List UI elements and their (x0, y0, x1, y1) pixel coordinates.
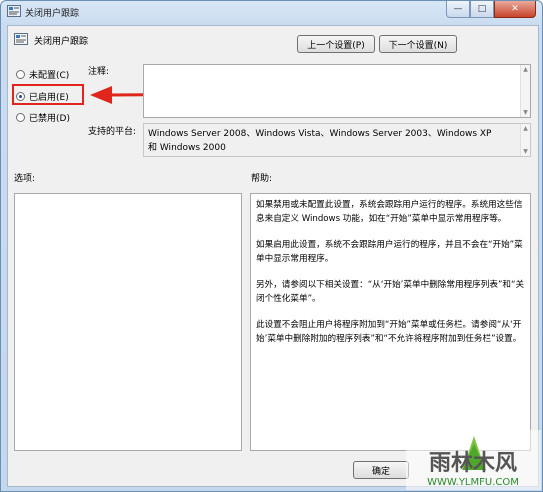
help-paragraph: 此设置不会阻止用户将程序附加到“开始”菜单或任务栏。请参阅“从‘开始’菜单中删除… (256, 320, 522, 344)
radio-label: 已禁用(D) (29, 114, 70, 124)
radio-circle[interactable] (16, 113, 25, 122)
maximize-button[interactable]: □ (470, 1, 494, 18)
help-panel: 如果禁用或未配置此设置，系统会跟踪用户运行的程序。系统用这些信息来自定义 Win… (250, 193, 531, 451)
radio-disabled[interactable]: 已禁用(D) (16, 111, 70, 124)
setting-title: 关闭用户跟踪 (34, 37, 89, 47)
close-button[interactable]: ✕ (494, 1, 536, 18)
watermark-text: 雨林木风 (429, 451, 517, 476)
platform-label: 支持的平台: (88, 127, 137, 137)
minimize-button[interactable]: — (446, 1, 470, 18)
options-label: 选项: (14, 174, 36, 184)
platform-value: Windows Server 2008、Windows Vista、Window… (148, 129, 492, 153)
scroll-down-icon[interactable]: ▼ (522, 109, 529, 116)
title-bar[interactable]: 关闭用户跟踪 — □ ✕ (1, 1, 542, 23)
radio-circle[interactable] (16, 70, 25, 79)
comment-textbox[interactable]: ▲ ▼ (143, 64, 531, 118)
comment-label: 注释: (88, 67, 110, 77)
help-label: 帮助: (251, 174, 273, 184)
watermark-url: WWW.YLMFU.COM (427, 477, 519, 488)
previous-setting-button[interactable]: 上一个设置(P) (297, 35, 375, 53)
watermark-logo: 雨林木风 WWW.YLMFU.COM (406, 430, 541, 490)
setting-icon (14, 33, 28, 45)
help-paragraph: 另外，请参阅以下相关设置：“从‘开始’菜单中删除常用程序列表”和“关闭个性化菜单… (256, 280, 525, 304)
ok-button[interactable]: 确定 (353, 461, 409, 479)
help-paragraph: 如果启用此设置，系统不会跟踪用户运行的程序，并且不会在“开始”菜单中显示常用程序… (256, 240, 523, 264)
scroll-down-icon[interactable]: ▼ (522, 148, 529, 155)
help-paragraph: 如果禁用或未配置此设置，系统会跟踪用户运行的程序。系统用这些信息来自定义 Win… (256, 200, 523, 224)
scroll-up-icon[interactable]: ▲ (522, 125, 529, 132)
highlight-box (12, 84, 84, 105)
radio-label: 未配置(C) (29, 71, 70, 81)
comment-scrollbar[interactable]: ▲ ▼ (520, 65, 530, 117)
radio-not-configured[interactable]: 未配置(C) (16, 68, 69, 81)
policy-icon (7, 5, 21, 17)
dialog-window: 关闭用户跟踪 — □ ✕ 关闭用户跟踪 上一个设置(P) 下一个设置(N) 未配… (0, 0, 543, 492)
dialog-client: 关闭用户跟踪 上一个设置(P) 下一个设置(N) 未配置(C) 已启用(E) 已… (7, 25, 539, 487)
options-panel (14, 193, 242, 451)
next-setting-button[interactable]: 下一个设置(N) (379, 35, 457, 53)
platform-scrollbar[interactable]: ▲ ▼ (520, 124, 530, 156)
window-title: 关闭用户跟踪 (25, 9, 80, 19)
scroll-up-icon[interactable]: ▲ (522, 66, 529, 73)
platform-box: Windows Server 2008、Windows Vista、Window… (143, 123, 531, 157)
help-content: 如果禁用或未配置此设置，系统会跟踪用户运行的程序。系统用这些信息来自定义 Win… (251, 194, 530, 362)
